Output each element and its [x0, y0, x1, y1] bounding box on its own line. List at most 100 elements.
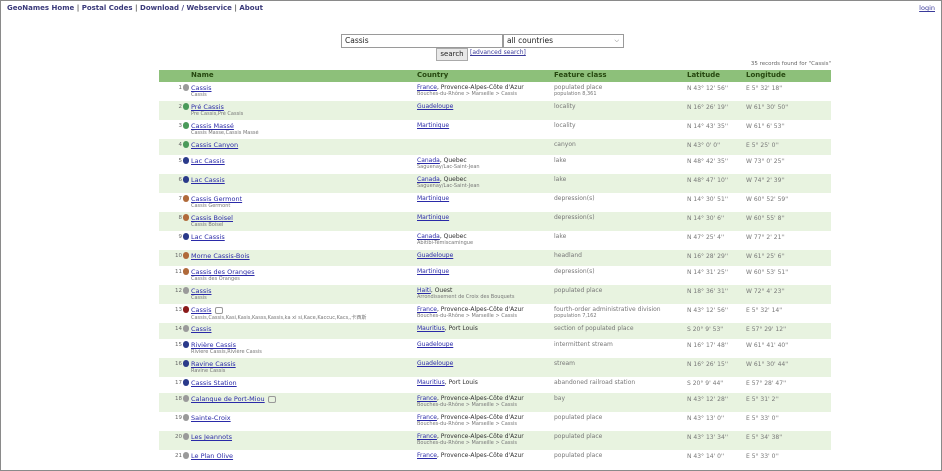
map-marker-icon[interactable] — [183, 252, 189, 259]
country-link[interactable]: Mauritius — [417, 379, 445, 386]
map-marker-icon[interactable] — [183, 103, 189, 110]
map-marker-icon[interactable] — [183, 287, 189, 294]
longitude: W 74° 2' 39'' — [746, 177, 785, 184]
map-marker-icon[interactable] — [183, 157, 189, 164]
admin-path: Bouches-du-Rhône > Marseille > Cassis — [417, 402, 518, 408]
map-marker-icon[interactable] — [183, 122, 189, 129]
map-marker-icon[interactable] — [183, 268, 189, 275]
longitude: W 61° 30' 50'' — [746, 104, 789, 111]
place-name-link[interactable]: Lac Cassis — [191, 176, 411, 184]
country-link[interactable]: Martinique — [417, 122, 449, 129]
place-name-link[interactable]: Lac Cassis — [191, 157, 411, 165]
map-marker-icon[interactable] — [183, 452, 189, 459]
country-link[interactable]: France — [417, 306, 437, 313]
map-marker-icon[interactable] — [183, 233, 189, 240]
country-link[interactable]: Canada — [417, 157, 440, 164]
map-marker-icon[interactable] — [183, 341, 189, 348]
latitude: N 43° 13' 0'' — [687, 415, 725, 422]
row-number: 19 — [175, 415, 182, 421]
country-link[interactable]: France — [417, 433, 437, 440]
table-row: 17 Cassis Station Mauritius, Port Louis aba… — [159, 377, 831, 393]
place-name-link[interactable]: Cassis Station — [191, 379, 411, 387]
map-marker-icon[interactable] — [183, 214, 189, 221]
map-marker-icon[interactable] — [183, 379, 189, 386]
feature-class: populated place — [554, 452, 603, 459]
feature-class: populated place — [554, 287, 603, 294]
table-row: 6 Lac Cassis Canada, Quebec Saguenay/Lac-Sa… — [159, 174, 831, 193]
population: population 7,162 — [554, 313, 597, 319]
place-name-link[interactable]: Cassis — [191, 325, 411, 333]
search-button[interactable]: search — [436, 48, 468, 61]
country-link[interactable]: Haiti — [417, 287, 431, 294]
header-longitude: Longitude — [746, 71, 786, 79]
country-link[interactable]: France — [417, 84, 437, 91]
place-name-link[interactable]: Morne Cassis-Bois — [191, 252, 411, 260]
speech-bubble-icon[interactable] — [267, 395, 276, 403]
place-name-link[interactable]: Cassis des Oranges — [191, 268, 411, 276]
map-marker-icon[interactable] — [183, 414, 189, 421]
country-link[interactable]: Guadeloupe — [417, 360, 453, 367]
place-name-link[interactable]: Cassis Boisel — [191, 214, 411, 222]
place-name-link[interactable]: Cassis — [191, 287, 411, 295]
search-input[interactable]: Cassis — [341, 34, 503, 48]
country-link[interactable]: Mauritius — [417, 325, 445, 332]
longitude: W 60° 53' 51'' — [746, 269, 789, 276]
place-name: Ravine Cassis — [191, 360, 236, 368]
place-name-link[interactable]: Ravine Cassis — [191, 360, 411, 368]
map-marker-icon[interactable] — [183, 395, 189, 402]
admin-path: Bouches-du-Rhône > Marseille > Cassis — [417, 440, 518, 446]
map-marker-icon[interactable] — [183, 325, 189, 332]
country-link[interactable]: France — [417, 452, 437, 459]
country-link[interactable]: Guadeloupe — [417, 341, 453, 348]
map-marker-icon[interactable] — [183, 176, 189, 183]
feature-class: depression(s) — [554, 214, 595, 221]
map-marker-icon[interactable] — [183, 433, 189, 440]
chevron-down-icon: ⌵ — [614, 37, 619, 44]
place-name-link[interactable]: Sainte-Croix — [191, 414, 411, 422]
latitude: N 43° 13' 34'' — [687, 434, 729, 441]
place-name-link[interactable]: Cassis — [191, 84, 411, 92]
row-number: 16 — [175, 361, 182, 367]
table-row: 5 Lac Cassis Canada, Quebec Saguenay/Lac-Sa… — [159, 155, 831, 174]
feature-class: lake — [554, 233, 567, 240]
place-name-link[interactable]: Cassis Canyon — [191, 141, 411, 149]
nav-link-home[interactable]: GeoNames Home — [7, 4, 74, 12]
place-name-link[interactable]: Lac Cassis — [191, 233, 411, 241]
country-link[interactable]: France — [417, 414, 437, 421]
country-link[interactable]: France — [417, 395, 437, 402]
latitude: N 43° 12' 56'' — [687, 307, 729, 314]
place-name-link[interactable]: Les Jeannots — [191, 433, 411, 441]
feature-class: populated place — [554, 433, 603, 440]
place-name-link[interactable]: Le Plan Olive — [191, 452, 411, 460]
country-link[interactable]: Guadeloupe — [417, 103, 453, 110]
login-link[interactable]: login — [919, 4, 935, 12]
place-name: Cassis Canyon — [191, 141, 239, 149]
country-link[interactable]: Martinique — [417, 195, 449, 202]
place-name-link[interactable]: Cassis Massé — [191, 122, 411, 130]
place-name: Le Plan Olive — [191, 452, 234, 460]
place-name-link[interactable]: Rivière Cassis — [191, 341, 411, 349]
country-link[interactable]: Martinique — [417, 214, 449, 221]
speech-bubble-icon[interactable] — [214, 306, 223, 314]
map-marker-icon[interactable] — [183, 306, 189, 313]
map-marker-icon[interactable] — [183, 141, 189, 148]
country-select[interactable]: all countries ⌵ — [503, 34, 624, 48]
nav-link-download[interactable]: Download / Webservice — [140, 4, 232, 12]
map-marker-icon[interactable] — [183, 360, 189, 367]
place-name-link[interactable]: Cassis — [191, 306, 411, 314]
country-link[interactable]: Guadeloupe — [417, 252, 453, 259]
place-name-link[interactable]: Pré Cassis — [191, 103, 411, 111]
nav-link-postal-codes[interactable]: Postal Codes — [82, 4, 133, 12]
country-link[interactable]: Canada — [417, 233, 440, 240]
map-marker-icon[interactable] — [183, 84, 189, 91]
nav-link-about[interactable]: About — [239, 4, 263, 12]
population: population 8,361 — [554, 91, 597, 97]
region-name: , Provence-Alpes-Côte d'Azur — [436, 433, 524, 440]
map-marker-icon[interactable] — [183, 195, 189, 202]
place-name-link[interactable]: Calanque de Port-Miou — [191, 395, 411, 403]
place-name-link[interactable]: Cassis Germont — [191, 195, 411, 203]
advanced-search-link[interactable]: [advanced search] — [470, 49, 526, 56]
country-link[interactable]: Martinique — [417, 268, 449, 275]
row-number: 18 — [175, 396, 182, 402]
country-link[interactable]: Canada — [417, 176, 440, 183]
